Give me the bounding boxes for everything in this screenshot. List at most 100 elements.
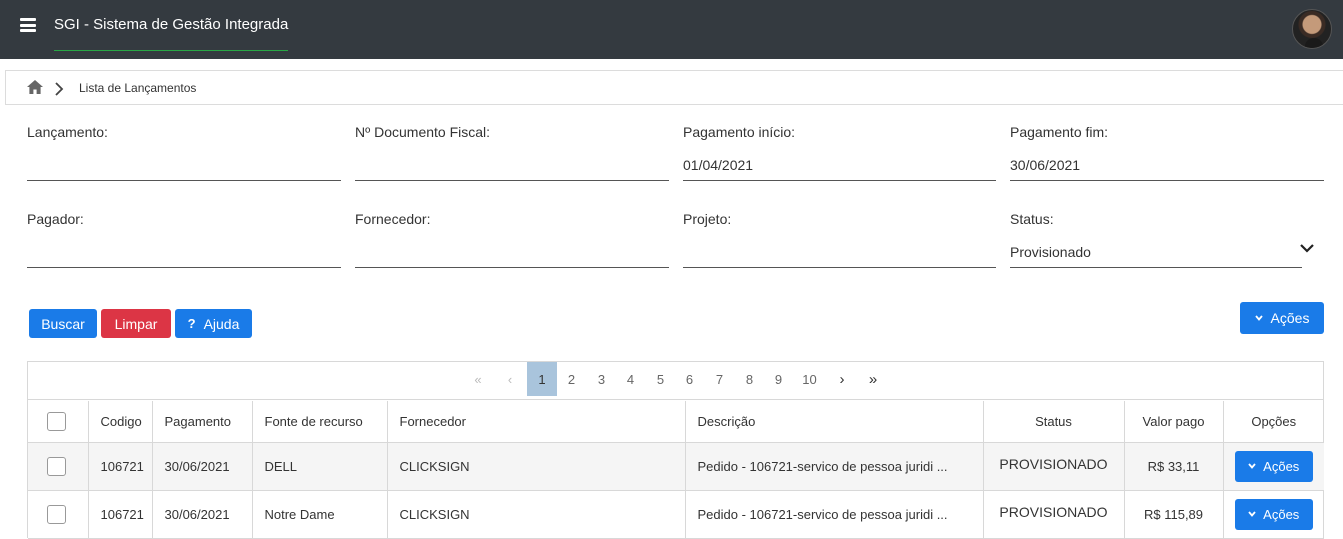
limpar-button[interactable]: Limpar	[101, 309, 171, 338]
pagador-field[interactable]: Pagador:	[27, 211, 341, 271]
status-label: Status:	[1010, 211, 1054, 227]
chevron-down-icon[interactable]	[1299, 240, 1315, 256]
status-selected-value[interactable]: Provisionado	[1010, 244, 1091, 260]
documento-label: Nº Documento Fiscal:	[355, 124, 491, 140]
page-button[interactable]: 5	[646, 362, 675, 396]
pagamento-fim-underline	[1010, 180, 1324, 181]
cell-descricao: Pedido - 106721-servico de pessoa juridi…	[685, 490, 984, 539]
pagador-label: Pagador:	[27, 211, 84, 227]
chevron-down-icon	[1248, 463, 1256, 469]
pagador-underline	[27, 267, 341, 268]
page-button[interactable]: 1	[527, 362, 557, 396]
buscar-button[interactable]: Buscar	[29, 309, 97, 338]
row-acoes-label: Ações	[1263, 506, 1300, 522]
select-all-checkbox[interactable]	[47, 411, 66, 431]
breadcrumb: Lista de Lançamentos	[5, 70, 1343, 105]
avatar[interactable]	[1292, 9, 1332, 49]
acoes-label: Ações	[1270, 310, 1310, 326]
column-header-codigo[interactable]: Codigo	[88, 401, 153, 443]
fornecedor-label: Fornecedor:	[355, 211, 431, 227]
select-all-cell	[28, 401, 89, 443]
app-title: SGI - Sistema de Gestão Integrada	[54, 16, 289, 33]
table-header-row: Codigo Pagamento Fonte de recurso Fornec…	[28, 401, 1324, 443]
cell-pagamento: 30/06/2021	[152, 442, 253, 491]
next-page-button[interactable]: ›	[828, 362, 856, 396]
cell-valor: R$ 115,89	[1124, 490, 1224, 539]
cell-opcoes: Ações	[1223, 490, 1324, 539]
projeto-label: Projeto:	[683, 211, 732, 227]
projeto-field[interactable]: Projeto:	[683, 211, 996, 271]
table-row[interactable]: 106721 30/06/2021 Notre Dame CLICKSIGN P…	[28, 490, 1324, 539]
last-page-button[interactable]: »	[858, 362, 888, 396]
documento-field[interactable]: Nº Documento Fiscal:	[355, 124, 669, 184]
pagamento-fim-field[interactable]: Pagamento fim: 30/06/2021	[1010, 124, 1324, 184]
cell-descricao: Pedido - 106721-servico de pessoa juridi…	[685, 442, 984, 491]
breadcrumb-current: Lista de Lançamentos	[79, 81, 197, 95]
pagamento-inicio-field[interactable]: Pagamento início: 01/04/2021	[683, 124, 996, 184]
column-header-valor[interactable]: Valor pago	[1124, 401, 1224, 443]
cell-opcoes: Ações	[1223, 442, 1324, 491]
hamburger-icon[interactable]	[20, 18, 36, 32]
prev-page-button[interactable]: ‹	[496, 362, 524, 396]
first-page-button[interactable]: «	[464, 362, 492, 396]
page-button[interactable]: 2	[557, 362, 586, 396]
pagamento-inicio-input[interactable]: 01/04/2021	[683, 157, 753, 173]
pagination: « ‹ 1 2 3 4 5 6 7 8 9 10 › »	[28, 362, 1323, 400]
table-row[interactable]: 106721 30/06/2021 DELL CLICKSIGN Pedido …	[28, 442, 1324, 491]
ajuda-label: Ajuda	[203, 315, 240, 332]
chevron-right-icon	[55, 82, 64, 96]
cell-fornecedor: CLICKSIGN	[387, 490, 686, 539]
home-icon[interactable]	[27, 80, 43, 94]
pagamento-inicio-underline	[683, 180, 996, 181]
row-acoes-button[interactable]: Ações	[1234, 498, 1313, 530]
page-button[interactable]: 4	[616, 362, 645, 396]
cell-codigo: 106721	[88, 442, 153, 491]
column-header-descricao[interactable]: Descrição	[685, 401, 984, 443]
page-button[interactable]: 9	[764, 362, 793, 396]
row-checkbox[interactable]	[47, 504, 66, 524]
column-header-opcoes: Opções	[1223, 401, 1324, 443]
acoes-button[interactable]: Ações	[1240, 302, 1324, 334]
chevron-down-icon	[1254, 315, 1263, 321]
row-checkbox[interactable]	[47, 456, 66, 476]
row-select-cell	[28, 442, 89, 491]
page-button[interactable]: 7	[705, 362, 734, 396]
top-navbar: SGI - Sistema de Gestão Integrada	[0, 0, 1343, 59]
cell-pagamento: 30/06/2021	[152, 490, 253, 539]
page-button[interactable]: 8	[735, 362, 764, 396]
data-table: Codigo Pagamento Fonte de recurso Fornec…	[28, 401, 1324, 539]
column-header-pagamento[interactable]: Pagamento	[152, 401, 253, 443]
pagamento-inicio-label: Pagamento início:	[683, 124, 796, 140]
cell-fonte: DELL	[252, 442, 388, 491]
ajuda-button[interactable]: ? Ajuda	[175, 309, 252, 338]
documento-underline	[355, 180, 669, 181]
cell-fonte: Notre Dame	[252, 490, 388, 539]
page-button[interactable]: 10	[794, 362, 825, 396]
cell-fornecedor: CLICKSIGN	[387, 442, 686, 491]
row-acoes-button[interactable]: Ações	[1234, 450, 1313, 482]
row-acoes-label: Ações	[1263, 458, 1300, 474]
status-underline	[1010, 267, 1302, 268]
pagamento-fim-label: Pagamento fim:	[1010, 124, 1109, 140]
row-select-cell	[28, 490, 89, 539]
column-header-fornecedor[interactable]: Fornecedor	[387, 401, 686, 443]
page-button[interactable]: 6	[675, 362, 704, 396]
lancamentos-table: « ‹ 1 2 3 4 5 6 7 8 9 10 › » Codigo Paga…	[27, 361, 1324, 539]
projeto-underline	[683, 267, 996, 268]
lancamento-underline	[27, 180, 341, 181]
pagamento-fim-input[interactable]: 30/06/2021	[1010, 157, 1080, 173]
title-underline	[54, 50, 288, 51]
status-select[interactable]: Status: Provisionado	[1010, 211, 1302, 271]
help-icon: ?	[187, 316, 196, 331]
chevron-down-icon	[1248, 511, 1256, 517]
lancamento-field[interactable]: Lançamento:	[27, 124, 341, 184]
cell-status: PROVISIONADO	[983, 442, 1125, 491]
lancamento-label: Lançamento:	[27, 124, 108, 140]
cell-status: PROVISIONADO	[983, 490, 1125, 539]
fornecedor-underline	[355, 267, 669, 268]
column-header-fonte[interactable]: Fonte de recurso	[252, 401, 388, 443]
column-header-status[interactable]: Status	[983, 401, 1125, 443]
cell-codigo: 106721	[88, 490, 153, 539]
page-button[interactable]: 3	[587, 362, 616, 396]
fornecedor-field[interactable]: Fornecedor:	[355, 211, 669, 271]
